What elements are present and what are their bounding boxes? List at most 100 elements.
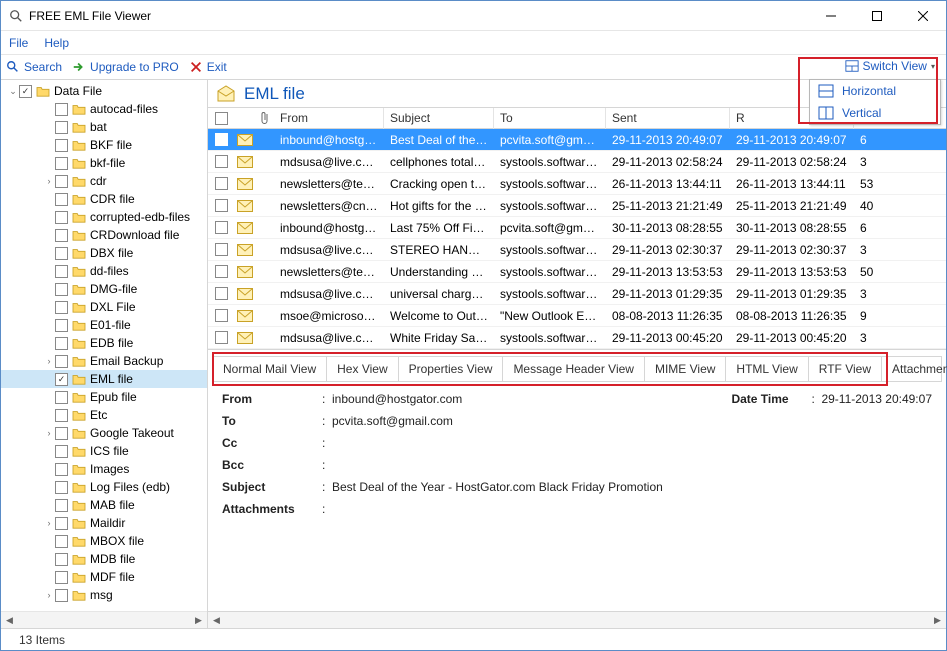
tree-item[interactable]: BKF file [1, 136, 207, 154]
tree-checkbox[interactable] [55, 121, 68, 134]
switch-view-button[interactable]: Switch View ▾ [839, 57, 942, 75]
exit-button[interactable]: Exit [189, 60, 227, 74]
tree-item[interactable]: Epub file [1, 388, 207, 406]
row-checkbox[interactable] [215, 265, 228, 278]
tree-item[interactable]: DXL File [1, 298, 207, 316]
tree-item[interactable]: ›msg [1, 586, 207, 604]
tree-checkbox[interactable] [55, 139, 68, 152]
row-checkbox[interactable] [215, 199, 228, 212]
tree-checkbox[interactable] [55, 103, 68, 116]
tree-checkbox[interactable] [55, 229, 68, 242]
scroll-left-icon[interactable]: ◀ [1, 612, 18, 629]
tree-item[interactable]: dd-files [1, 262, 207, 280]
tree-item[interactable]: ›cdr [1, 172, 207, 190]
tree-checkbox[interactable] [55, 553, 68, 566]
table-row[interactable]: newsletters@tech…Understanding S…systool… [208, 261, 946, 283]
row-checkbox[interactable] [215, 177, 228, 190]
tree-checkbox[interactable] [55, 193, 68, 206]
tree-root[interactable]: ⌄ Data File [1, 82, 207, 100]
col-sent[interactable]: Sent [606, 108, 730, 129]
col-from[interactable]: From [274, 108, 384, 129]
tree-checkbox[interactable] [55, 499, 68, 512]
close-button[interactable] [900, 1, 946, 30]
tree-item[interactable]: Etc [1, 406, 207, 424]
table-row[interactable]: inbound@hostga…Best Deal of the Y…pcvita… [208, 129, 946, 151]
table-row[interactable]: mdsusa@live.comWhite Friday Sale …systoo… [208, 327, 946, 349]
maximize-button[interactable] [854, 1, 900, 30]
row-checkbox[interactable] [215, 221, 228, 234]
tab-attachments[interactable]: Attachments [882, 357, 947, 381]
expand-icon[interactable]: › [43, 176, 55, 186]
tree-checkbox[interactable] [55, 589, 68, 602]
tree-checkbox[interactable] [55, 175, 68, 188]
tree-checkbox[interactable] [55, 481, 68, 494]
tree-item[interactable]: EDB file [1, 334, 207, 352]
tree-checkbox[interactable] [55, 517, 68, 530]
tab-normal-mail-view[interactable]: Normal Mail View [213, 357, 327, 381]
tree-checkbox[interactable] [55, 571, 68, 584]
col-to[interactable]: To [494, 108, 606, 129]
tab-message-header-view[interactable]: Message Header View [503, 357, 645, 381]
tree-item[interactable]: corrupted-edb-files [1, 208, 207, 226]
tree-item[interactable]: MDB file [1, 550, 207, 568]
tab-html-view[interactable]: HTML View [726, 357, 808, 381]
scroll-left-icon[interactable]: ◀ [208, 612, 225, 629]
tree-item[interactable]: Images [1, 460, 207, 478]
search-button[interactable]: Search [6, 60, 62, 74]
tree-checkbox[interactable] [55, 391, 68, 404]
tree-item[interactable]: MDF file [1, 568, 207, 586]
tree-item[interactable]: bkf-file [1, 154, 207, 172]
tree-checkbox[interactable] [55, 409, 68, 422]
expand-icon[interactable]: ⌄ [7, 86, 19, 97]
tree-item[interactable]: MBOX file [1, 532, 207, 550]
tab-mime-view[interactable]: MIME View [645, 357, 726, 381]
tree-item[interactable]: ›Email Backup [1, 352, 207, 370]
table-row[interactable]: mdsusa@live.comSTEREO HANDSFR…systools.s… [208, 239, 946, 261]
switch-option-vertical[interactable]: Vertical [810, 102, 940, 124]
table-row[interactable]: mdsusa@live.comuniversal charger …systoo… [208, 283, 946, 305]
table-row[interactable]: inbound@hostga…Last 75% Off Fire …pcvita… [208, 217, 946, 239]
attachment-column[interactable] [256, 111, 274, 125]
tree-item[interactable]: E01-file [1, 316, 207, 334]
table-row[interactable]: newsletters@tech…Cracking open th…systoo… [208, 173, 946, 195]
tab-properties-view[interactable]: Properties View [399, 357, 504, 381]
menu-file[interactable]: File [9, 36, 28, 50]
row-checkbox[interactable] [215, 155, 228, 168]
tree-checkbox[interactable] [55, 463, 68, 476]
table-row[interactable]: mdsusa@live.comcellphones total c…systoo… [208, 151, 946, 173]
row-checkbox[interactable] [215, 243, 228, 256]
expand-icon[interactable]: › [43, 518, 55, 528]
tree-checkbox[interactable] [55, 319, 68, 332]
tree-item[interactable]: EML file [1, 370, 207, 388]
tree-checkbox[interactable] [55, 337, 68, 350]
scroll-right-icon[interactable]: ▶ [190, 612, 207, 629]
row-checkbox[interactable] [215, 287, 228, 300]
upgrade-button[interactable]: Upgrade to PRO [72, 60, 179, 74]
minimize-button[interactable] [808, 1, 854, 30]
switch-option-horizontal[interactable]: Horizontal [810, 80, 940, 102]
tree-checkbox[interactable] [55, 427, 68, 440]
tree-checkbox[interactable] [55, 445, 68, 458]
table-row[interactable]: msoe@microsoft.c…Welcome to Outl…"New Ou… [208, 305, 946, 327]
tree-checkbox[interactable] [55, 301, 68, 314]
tab-hex-view[interactable]: Hex View [327, 357, 398, 381]
row-checkbox[interactable] [215, 309, 228, 322]
tree-checkbox[interactable] [55, 211, 68, 224]
tree-item[interactable]: CRDownload file [1, 226, 207, 244]
tree-item[interactable]: bat [1, 118, 207, 136]
tree-item[interactable]: DMG-file [1, 280, 207, 298]
expand-icon[interactable]: › [43, 590, 55, 600]
select-all-checkbox[interactable] [215, 112, 228, 125]
expand-icon[interactable]: › [43, 356, 55, 366]
tree-item[interactable]: ›Google Takeout [1, 424, 207, 442]
sidebar-hscroll[interactable]: ◀ ▶ [1, 611, 207, 628]
row-checkbox[interactable] [215, 331, 228, 344]
tree-checkbox[interactable] [55, 265, 68, 278]
folder-tree[interactable]: ⌄ Data File autocad-filesbatBKF filebkf-… [1, 80, 207, 611]
table-row[interactable]: newsletters@cnet…Hot gifts for the j…sys… [208, 195, 946, 217]
tree-checkbox[interactable] [55, 157, 68, 170]
tree-checkbox[interactable] [55, 283, 68, 296]
tree-checkbox[interactable] [55, 247, 68, 260]
tree-item[interactable]: MAB file [1, 496, 207, 514]
tree-checkbox[interactable] [19, 85, 32, 98]
